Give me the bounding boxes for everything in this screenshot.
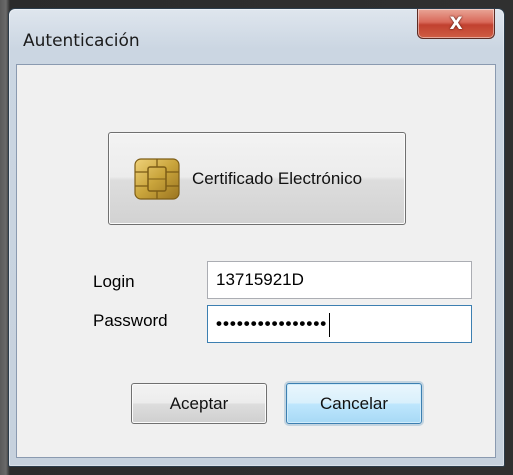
title-bar[interactable]: Autenticación X bbox=[9, 9, 504, 65]
cancel-button[interactable]: Cancelar bbox=[286, 383, 422, 424]
certificate-button[interactable]: Certificado Electrónico bbox=[108, 132, 406, 225]
certificate-button-label: Certificado Electrónico bbox=[191, 168, 363, 188]
login-label: Login bbox=[93, 272, 135, 291]
auth-dialog: Autenticación X Certificado Electrónico … bbox=[8, 8, 505, 467]
close-icon: X bbox=[449, 13, 463, 34]
password-field[interactable]: •••••••••••••••• bbox=[207, 305, 472, 343]
login-value: 13715921D bbox=[216, 270, 304, 289]
password-masked-value: •••••••••••••••• bbox=[216, 314, 328, 333]
smartcard-chip-icon bbox=[134, 157, 180, 200]
password-label: Password bbox=[93, 311, 168, 330]
dialog-content: Certificado Electrónico Login 13715921D … bbox=[16, 64, 496, 458]
login-field[interactable]: 13715921D bbox=[207, 261, 472, 299]
window-title: Autenticación bbox=[23, 31, 140, 51]
text-caret bbox=[329, 312, 331, 337]
accept-button[interactable]: Aceptar bbox=[131, 383, 267, 424]
close-button[interactable]: X bbox=[417, 9, 495, 39]
